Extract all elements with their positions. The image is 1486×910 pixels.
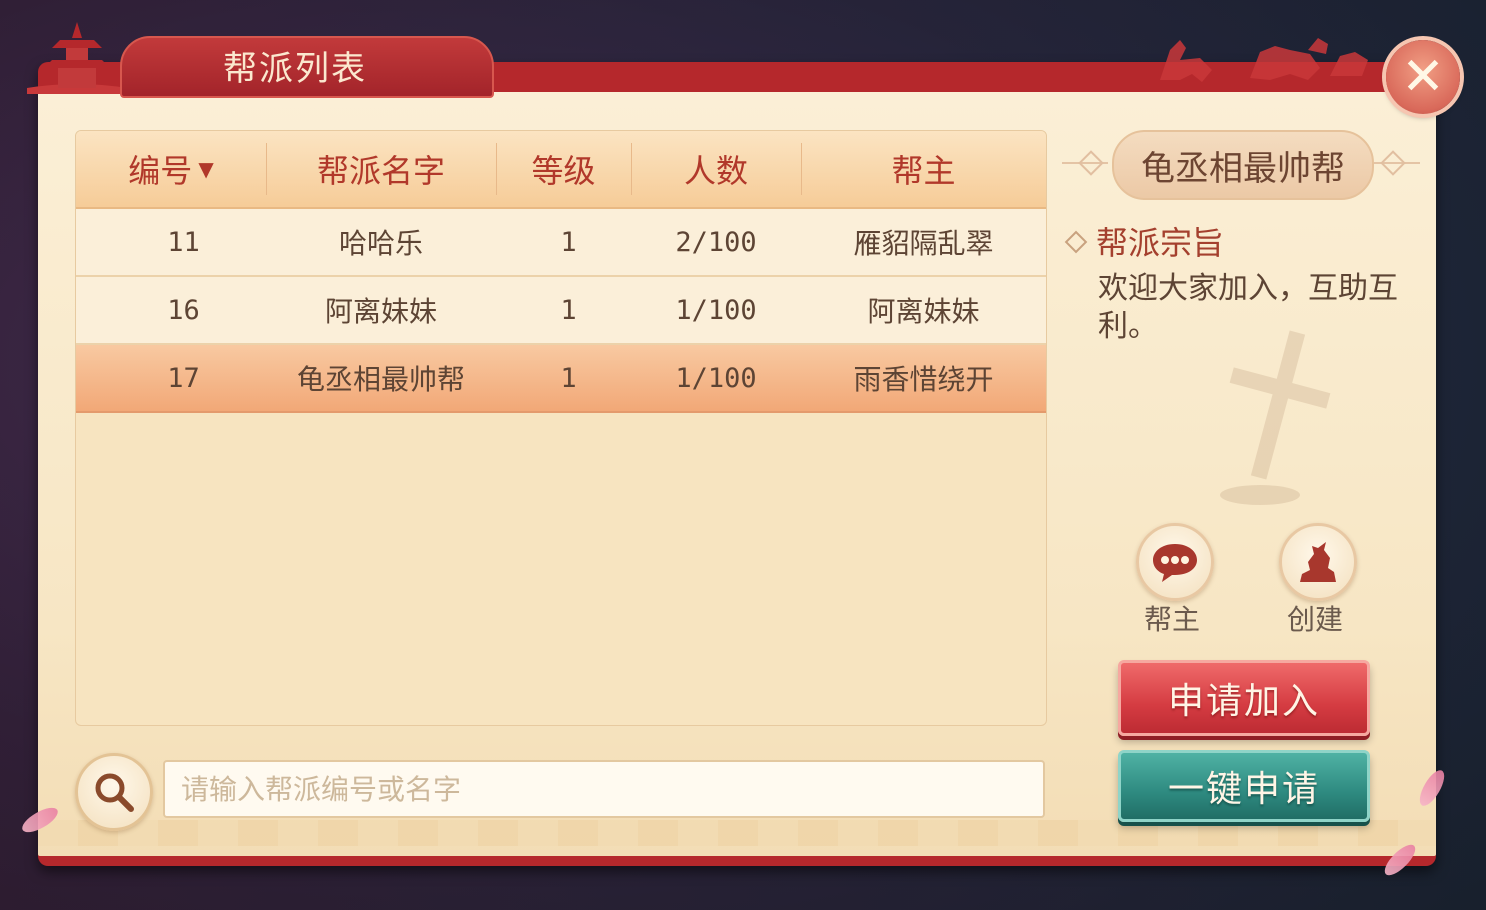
table-row[interactable]: 11 哈哈乐 1 2/100 雁貂隔乱翠: [76, 209, 1046, 277]
dragon-statue-icon: [1300, 542, 1336, 582]
cell-members: 1/100: [675, 294, 757, 326]
pagoda-icon: [27, 22, 127, 94]
cell-level: 1: [560, 362, 577, 394]
cell-id: 11: [167, 226, 200, 258]
guild-table: 编号 ▼ 帮派名字 等级 人数 帮主 11 哈哈乐 1 2/100 雁貂隔乱翠 …: [75, 130, 1047, 726]
selected-guild-name: 龟丞相最帅帮: [1112, 130, 1374, 200]
apply-join-button[interactable]: 申请加入: [1118, 660, 1370, 736]
search-input[interactable]: [163, 760, 1045, 818]
panel-bottom-decoration: [38, 820, 1436, 846]
cell-members: 2/100: [675, 226, 757, 258]
table-header: 编号 ▼ 帮派名字 等级 人数 帮主: [76, 131, 1046, 209]
create-guild-button[interactable]: [1279, 523, 1357, 601]
close-icon: ✕: [1401, 47, 1445, 107]
cell-leader: 雁貂隔乱翠: [853, 227, 994, 260]
column-header-id-label: 编号: [128, 152, 193, 190]
leader-chat-button[interactable]: [1136, 523, 1214, 601]
cell-leader: 雨香惜绕开: [853, 363, 994, 396]
horses-decoration-icon: [1160, 38, 1368, 82]
quick-apply-button[interactable]: 一键申请: [1118, 750, 1370, 822]
cell-name: 阿离妹妹: [324, 295, 437, 328]
sort-down-icon: ▼: [198, 157, 214, 181]
column-header-id[interactable]: 编号 ▼: [76, 131, 266, 207]
search-button[interactable]: [75, 753, 153, 831]
cell-leader: 阿离妹妹: [867, 295, 980, 328]
create-label: 创建: [1286, 603, 1343, 636]
sword-watermark-icon: [1220, 330, 1331, 505]
chat-bubble-icon: [1153, 544, 1197, 582]
cell-level: 1: [560, 294, 577, 326]
column-header-members: 人数: [683, 152, 748, 190]
column-header-name: 帮派名字: [316, 152, 445, 190]
close-button[interactable]: ✕: [1386, 40, 1460, 114]
cell-id: 16: [167, 294, 200, 326]
cell-name: 哈哈乐: [338, 227, 423, 260]
leader-label: 帮主: [1143, 603, 1200, 636]
table-row[interactable]: 16 阿离妹妹 1 1/100 阿离妹妹: [76, 277, 1046, 345]
cell-level: 1: [560, 226, 577, 258]
column-header-leader: 帮主: [891, 152, 956, 190]
guild-motto-title: 帮派宗旨: [1096, 224, 1225, 262]
column-header-level: 等级: [531, 152, 596, 190]
table-row-selected[interactable]: 17 龟丞相最帅帮 1 1/100 雨香惜绕开: [76, 345, 1046, 413]
page-title: 帮派列表: [223, 48, 367, 89]
cell-id: 17: [167, 362, 200, 394]
cell-name: 龟丞相最帅帮: [296, 363, 465, 396]
search-icon: [95, 773, 134, 812]
cell-members: 1/100: [675, 362, 757, 394]
